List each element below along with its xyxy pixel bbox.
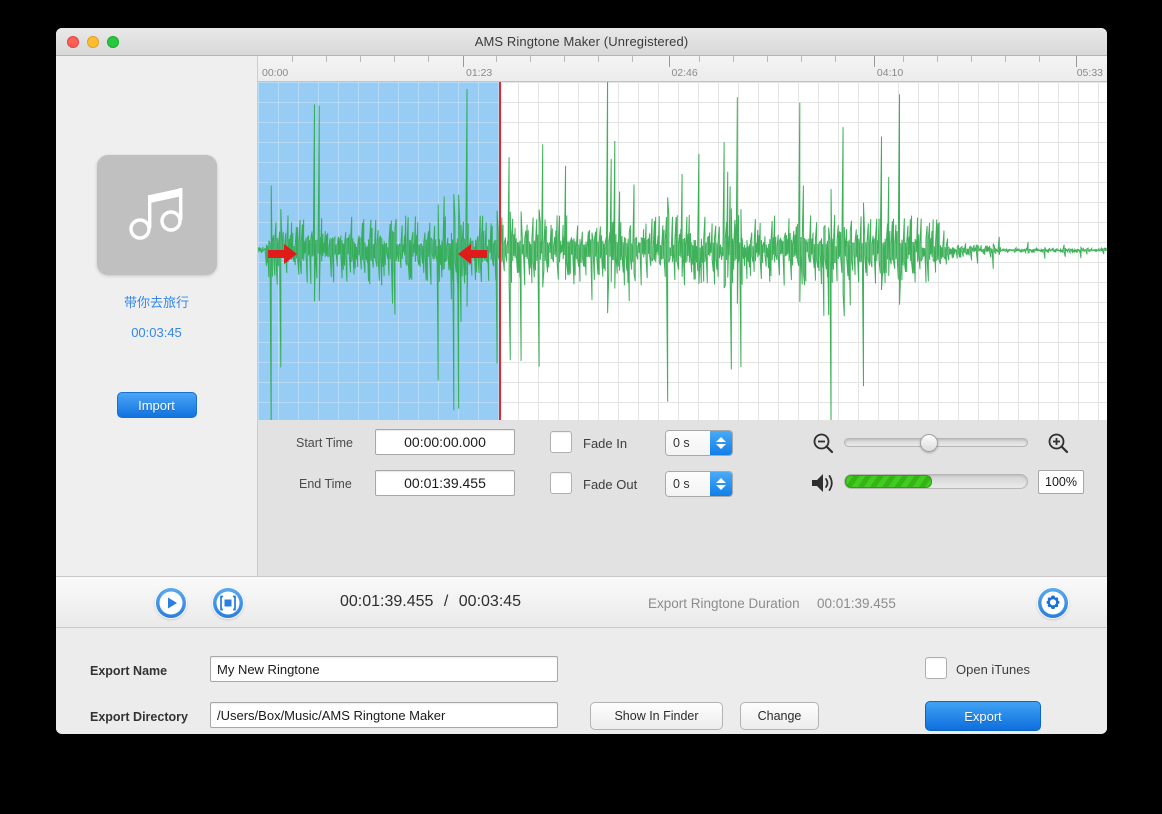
magnifier-minus-icon[interactable] — [812, 432, 834, 454]
play-selection-button[interactable] — [213, 588, 243, 618]
sidebar: 带你去旅行 00:03:45 Import — [56, 56, 258, 576]
play-icon — [159, 591, 183, 615]
end-time-label: End Time — [299, 477, 352, 491]
show-in-finder-button[interactable]: Show In Finder — [590, 702, 723, 730]
album-art — [96, 155, 217, 275]
ruler-label: 01:23 — [466, 67, 493, 79]
change-button[interactable]: Change — [740, 702, 819, 730]
export-name-label: Export Name — [90, 664, 168, 678]
ruler-label: 00:00 — [262, 67, 289, 79]
fade-in-label: Fade In — [583, 436, 628, 451]
arrow-right-marker-icon[interactable] — [268, 242, 298, 266]
play-button[interactable] — [156, 588, 186, 618]
open-itunes-label: Open iTunes — [956, 662, 1030, 677]
open-itunes-checkbox[interactable] — [925, 657, 947, 679]
main-body: 带你去旅行 00:03:45 Import 00:00 01:23 02:46 … — [56, 56, 1107, 576]
chevron-down-icon — [716, 444, 726, 449]
song-title: 带你去旅行 — [123, 295, 189, 310]
fade-in-checkbox[interactable] — [550, 431, 572, 453]
start-time-label: Start Time — [296, 436, 353, 450]
export-duration-value: 00:01:39.455 — [817, 596, 896, 611]
fade-out-stepper[interactable]: 0 s — [665, 471, 733, 497]
fade-out-label: Fade Out — [583, 477, 638, 492]
export-directory-label: Export Directory — [90, 710, 188, 724]
time-ruler[interactable]: 00:00 01:23 02:46 04:10 05:33 — [258, 56, 1107, 82]
volume-slider-fill[interactable] — [845, 475, 933, 488]
song-duration: 00:03:45 — [131, 325, 182, 340]
current-time-display: 00:01:39.455 / 00:03:45 — [340, 593, 521, 611]
editor-panel: 00:00 01:23 02:46 04:10 05:33 Start Time… — [258, 56, 1107, 576]
fade-out-checkbox[interactable] — [550, 472, 572, 494]
arrow-left-marker-icon[interactable] — [457, 242, 488, 266]
ruler-label: 04:10 — [876, 67, 904, 79]
export-panel: Export Name My New Ringtone Export Direc… — [56, 628, 1107, 732]
chevron-up-icon — [716, 478, 726, 483]
waveform-graph — [258, 82, 1107, 420]
selection-play-icon — [216, 591, 240, 615]
total-time-value: 00:03:45 — [458, 593, 522, 610]
fade-in-value: 0 s — [666, 431, 710, 455]
fade-in-stepper-arrows[interactable] — [710, 431, 732, 455]
export-button[interactable]: Export — [925, 701, 1041, 731]
music-note-icon — [128, 188, 182, 240]
ruler-label: 05:33 — [1076, 67, 1103, 79]
magnifier-plus-icon[interactable] — [1047, 432, 1069, 454]
gear-icon — [1041, 591, 1065, 615]
speaker-icon[interactable] — [810, 471, 836, 495]
chevron-up-icon — [716, 437, 726, 442]
playhead[interactable] — [499, 82, 502, 420]
chevron-down-icon — [716, 485, 726, 490]
settings-button[interactable] — [1038, 588, 1068, 618]
fade-out-value: 0 s — [666, 472, 710, 496]
export-directory-input[interactable]: /Users/Box/Music/AMS Ringtone Maker — [210, 702, 558, 728]
edit-controls: Start Time End Time Fade In 0 s Fade Out… — [258, 420, 1107, 576]
title-bar: AMS Ringtone Maker (Unregistered) — [56, 28, 1107, 56]
end-time-input[interactable] — [375, 470, 515, 496]
waveform-canvas[interactable] — [258, 82, 1107, 420]
import-button[interactable]: Import — [116, 392, 197, 418]
fade-out-stepper-arrows[interactable] — [710, 472, 732, 496]
zoom-slider-knob[interactable] — [919, 434, 938, 452]
fade-in-stepper[interactable]: 0 s — [665, 430, 733, 456]
current-time-value: 00:01:39.455 — [340, 593, 434, 610]
export-duration-label: Export Ringtone Duration — [648, 596, 800, 611]
export-name-input[interactable]: My New Ringtone — [210, 656, 558, 682]
start-time-input[interactable] — [375, 429, 515, 455]
app-window: AMS Ringtone Maker (Unregistered) 带你去旅行 … — [56, 28, 1107, 734]
ruler-label: 02:46 — [671, 67, 698, 79]
transport-bar: 00:01:39.455 / 00:03:45 Export Ringtone … — [56, 576, 1107, 628]
volume-value[interactable]: 100% — [1038, 470, 1084, 494]
window-title: AMS Ringtone Maker (Unregistered) — [474, 34, 689, 49]
time-separator: / — [443, 593, 449, 610]
